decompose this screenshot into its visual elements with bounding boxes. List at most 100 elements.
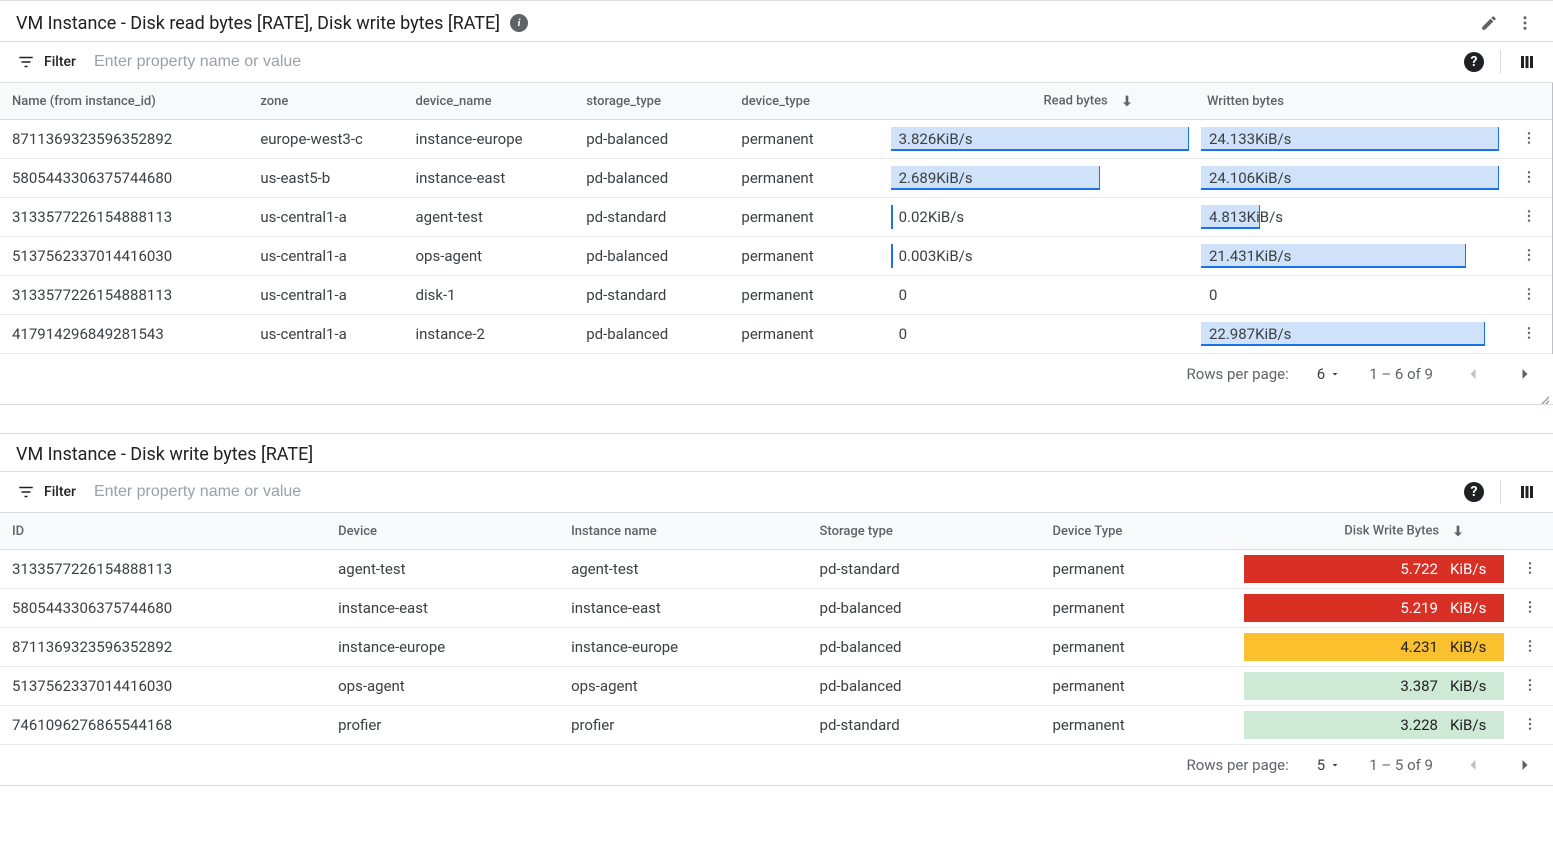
cell-storage: pd-standard <box>574 276 729 315</box>
table-row: 8711369323596352892instance-europeinstan… <box>0 628 1553 667</box>
cell-name: 5137562337014416030 <box>0 237 248 276</box>
col-device[interactable]: Device <box>326 513 559 550</box>
edit-icon[interactable] <box>1477 11 1501 35</box>
cell-device: ops-agent <box>404 237 575 276</box>
cell-device: agent-test <box>404 198 575 237</box>
col-id[interactable]: ID <box>0 513 326 550</box>
col-write-bytes[interactable]: Disk Write Bytes <box>1242 513 1506 550</box>
metric-cell: 24.133KiB/s <box>1195 120 1505 159</box>
help-icon[interactable]: ? <box>1464 482 1484 502</box>
cell-write-bytes: 3.228KiB/s <box>1242 706 1506 745</box>
pager-range: 1 – 6 of 9 <box>1369 365 1433 383</box>
table-row: 5805443306375744680instance-eastinstance… <box>0 589 1553 628</box>
col-dtype[interactable]: device_type <box>729 83 884 120</box>
cell-dtype: permanent <box>729 237 884 276</box>
table-row: 417914296849281543us-central1-ainstance-… <box>0 315 1552 354</box>
cell-dtype: permanent <box>1040 667 1242 706</box>
panel-header: VM Instance - Disk read bytes [RATE], Di… <box>0 1 1553 42</box>
cell-storage: pd-balanced <box>574 159 729 198</box>
resize-handle[interactable] <box>0 394 1553 404</box>
cell-storage: pd-standard <box>808 550 1041 589</box>
cell-dtype: permanent <box>1040 628 1242 667</box>
cell-instance: profier <box>559 706 807 745</box>
row-menu-icon[interactable] <box>1520 636 1540 656</box>
table-row: 8711369323596352892europe-west3-cinstanc… <box>0 120 1552 159</box>
cell-device: agent-test <box>326 550 559 589</box>
pager-rows-label: Rows per page: <box>1186 756 1288 774</box>
row-menu-icon[interactable] <box>1519 284 1539 304</box>
cell-write-bytes: 4.231KiB/s <box>1242 628 1506 667</box>
cell-id: 5805443306375744680 <box>0 589 326 628</box>
metric-cell: 22.987KiB/s <box>1195 315 1505 354</box>
table-disk-write: ID Device Instance name Storage type Dev… <box>0 513 1553 745</box>
help-icon[interactable]: ? <box>1464 52 1484 72</box>
col-dtype[interactable]: Device Type <box>1040 513 1242 550</box>
filter-input[interactable] <box>92 52 1464 72</box>
pager: Rows per page: 5 1 – 5 of 9 <box>0 745 1553 785</box>
columns-icon[interactable] <box>1517 482 1537 502</box>
sort-desc-icon <box>1450 523 1466 539</box>
filter-label: Filter <box>44 54 76 70</box>
col-storage[interactable]: storage_type <box>574 83 729 120</box>
col-name[interactable]: Name (from instance_id) <box>0 83 248 120</box>
info-icon[interactable]: i <box>510 14 528 32</box>
col-zone[interactable]: zone <box>248 83 403 120</box>
col-read[interactable]: Read bytes <box>885 83 1195 120</box>
pager-next[interactable] <box>1513 362 1537 386</box>
cell-id: 3133577226154888113 <box>0 550 326 589</box>
cell-id: 7461096276865544168 <box>0 706 326 745</box>
panel-disk-write: VM Instance - Disk write bytes [RATE] Fi… <box>0 433 1553 786</box>
pager-rows-label: Rows per page: <box>1186 365 1288 383</box>
columns-icon[interactable] <box>1517 52 1537 72</box>
panel-header: VM Instance - Disk write bytes [RATE] <box>0 434 1553 472</box>
cell-dtype: permanent <box>729 159 884 198</box>
cell-storage: pd-balanced <box>574 237 729 276</box>
metric-cell: 0 <box>1195 276 1505 315</box>
filter-input[interactable] <box>92 482 1464 502</box>
table-row: 5137562337014416030ops-agentops-agentpd-… <box>0 667 1553 706</box>
cell-zone: us-central1-a <box>248 198 403 237</box>
cell-id: 8711369323596352892 <box>0 628 326 667</box>
cell-storage: pd-standard <box>574 198 729 237</box>
row-menu-icon[interactable] <box>1520 714 1540 734</box>
row-menu-icon[interactable] <box>1520 675 1540 695</box>
cell-zone: europe-west3-c <box>248 120 403 159</box>
row-menu-icon[interactable] <box>1519 245 1539 265</box>
pager-rows-select[interactable]: 6 <box>1317 365 1341 383</box>
col-instance[interactable]: Instance name <box>559 513 807 550</box>
row-menu-icon[interactable] <box>1519 128 1539 148</box>
panel-title: VM Instance - Disk read bytes [RATE], Di… <box>16 13 500 34</box>
col-device[interactable]: device_name <box>404 83 575 120</box>
col-write[interactable]: Written bytes <box>1195 83 1505 120</box>
cell-storage: pd-balanced <box>808 628 1041 667</box>
cell-id: 5137562337014416030 <box>0 667 326 706</box>
pager-next[interactable] <box>1513 753 1537 777</box>
table-row: 5137562337014416030us-central1-aops-agen… <box>0 237 1552 276</box>
row-menu-icon[interactable] <box>1519 206 1539 226</box>
cell-instance: instance-europe <box>559 628 807 667</box>
metric-cell: 0.003KiB/s <box>885 237 1195 276</box>
filter-label: Filter <box>44 484 76 500</box>
cell-device: profier <box>326 706 559 745</box>
row-menu-icon[interactable] <box>1519 323 1539 343</box>
pager-prev[interactable] <box>1461 753 1485 777</box>
cell-write-bytes: 5.219KiB/s <box>1242 589 1506 628</box>
row-menu-icon[interactable] <box>1519 167 1539 187</box>
col-storage[interactable]: Storage type <box>808 513 1041 550</box>
cell-zone: us-central1-a <box>248 276 403 315</box>
table-row: 7461096276865544168profierprofierpd-stan… <box>0 706 1553 745</box>
pager-prev[interactable] <box>1461 362 1485 386</box>
panel-disk-rw: VM Instance - Disk read bytes [RATE], Di… <box>0 0 1553 405</box>
cell-zone: us-central1-a <box>248 315 403 354</box>
cell-name: 417914296849281543 <box>0 315 248 354</box>
more-icon[interactable] <box>1513 11 1537 35</box>
cell-dtype: permanent <box>729 276 884 315</box>
metric-cell: 24.106KiB/s <box>1195 159 1505 198</box>
pager-range: 1 – 5 of 9 <box>1369 756 1433 774</box>
row-menu-icon[interactable] <box>1520 558 1540 578</box>
table-row: 3133577226154888113us-central1-adisk-1pd… <box>0 276 1552 315</box>
row-menu-icon[interactable] <box>1520 597 1540 617</box>
cell-zone: us-east5-b <box>248 159 403 198</box>
cell-instance: instance-east <box>559 589 807 628</box>
pager-rows-select[interactable]: 5 <box>1317 756 1341 774</box>
